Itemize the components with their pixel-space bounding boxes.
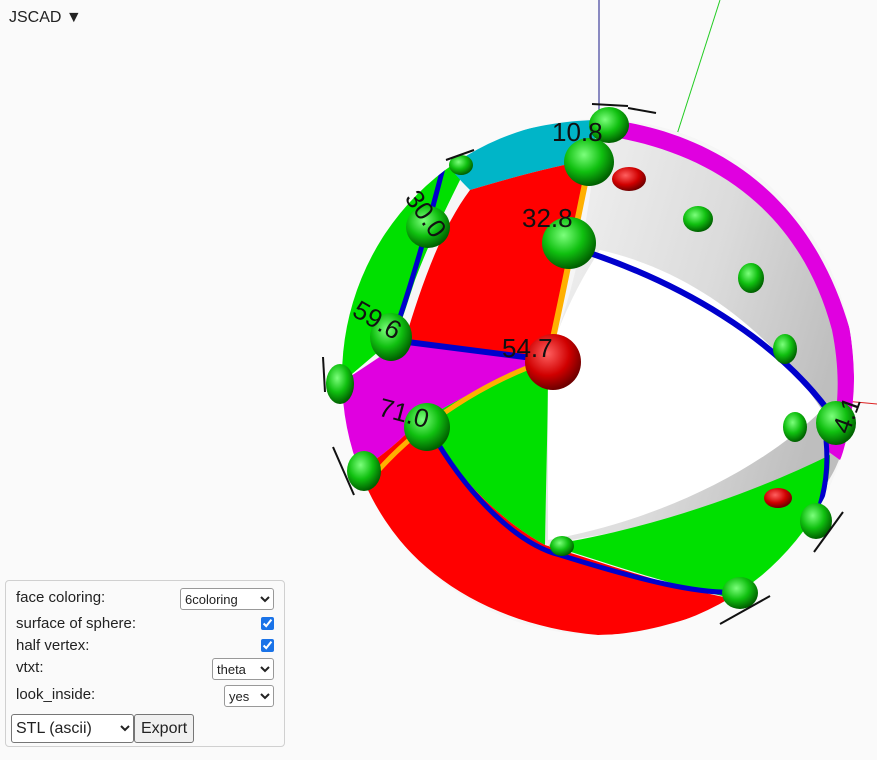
surface-of-sphere-checkbox[interactable]	[261, 617, 274, 630]
param-row-surface-of-sphere: surface of sphere:	[16, 611, 274, 635]
parameters-panel: face coloring: 6coloring surface of sphe…	[5, 580, 285, 747]
param-row-vtxt: vtxt: theta	[16, 655, 274, 680]
face-coloring-label: face coloring:	[16, 589, 106, 606]
param-row-look-inside: look_inside: yes	[16, 682, 274, 707]
vertex-sphere	[773, 334, 797, 364]
param-row-half-vertex: half vertex:	[16, 633, 274, 657]
vtxt-label: vtxt:	[16, 659, 44, 676]
jscad-menu-toggle[interactable]: JSCAD ▼	[9, 9, 82, 27]
export-row: STL (ascii) Export	[11, 714, 195, 743]
surface-of-sphere-label: surface of sphere:	[16, 615, 137, 632]
vertex-sphere-red	[612, 167, 646, 191]
vtxt-select[interactable]: theta	[212, 658, 274, 680]
half-vertex-label: half vertex:	[16, 637, 90, 654]
face-coloring-select[interactable]: 6coloring	[180, 588, 274, 610]
export-format-select[interactable]: STL (ascii)	[11, 714, 134, 743]
vertex-sphere	[738, 263, 764, 293]
vertex-sphere	[783, 412, 807, 442]
look-inside-label: look_inside:	[16, 686, 96, 703]
vertex-label: 10.8	[552, 117, 603, 147]
look-inside-select[interactable]: yes	[224, 685, 274, 707]
vertex-label: 32.8	[522, 203, 573, 233]
half-vertex-checkbox[interactable]	[261, 639, 274, 652]
vertex-sphere	[683, 206, 713, 232]
vertex-sphere-red	[764, 488, 792, 508]
param-row-face-coloring: face coloring: 6coloring	[16, 585, 274, 610]
export-button[interactable]: Export	[134, 714, 195, 743]
vertex-sphere	[347, 451, 381, 491]
vertex-sphere	[550, 536, 574, 556]
vertex-sphere	[722, 577, 758, 609]
vertex-sphere	[326, 364, 354, 404]
vertex-label: 54.7	[502, 333, 553, 363]
